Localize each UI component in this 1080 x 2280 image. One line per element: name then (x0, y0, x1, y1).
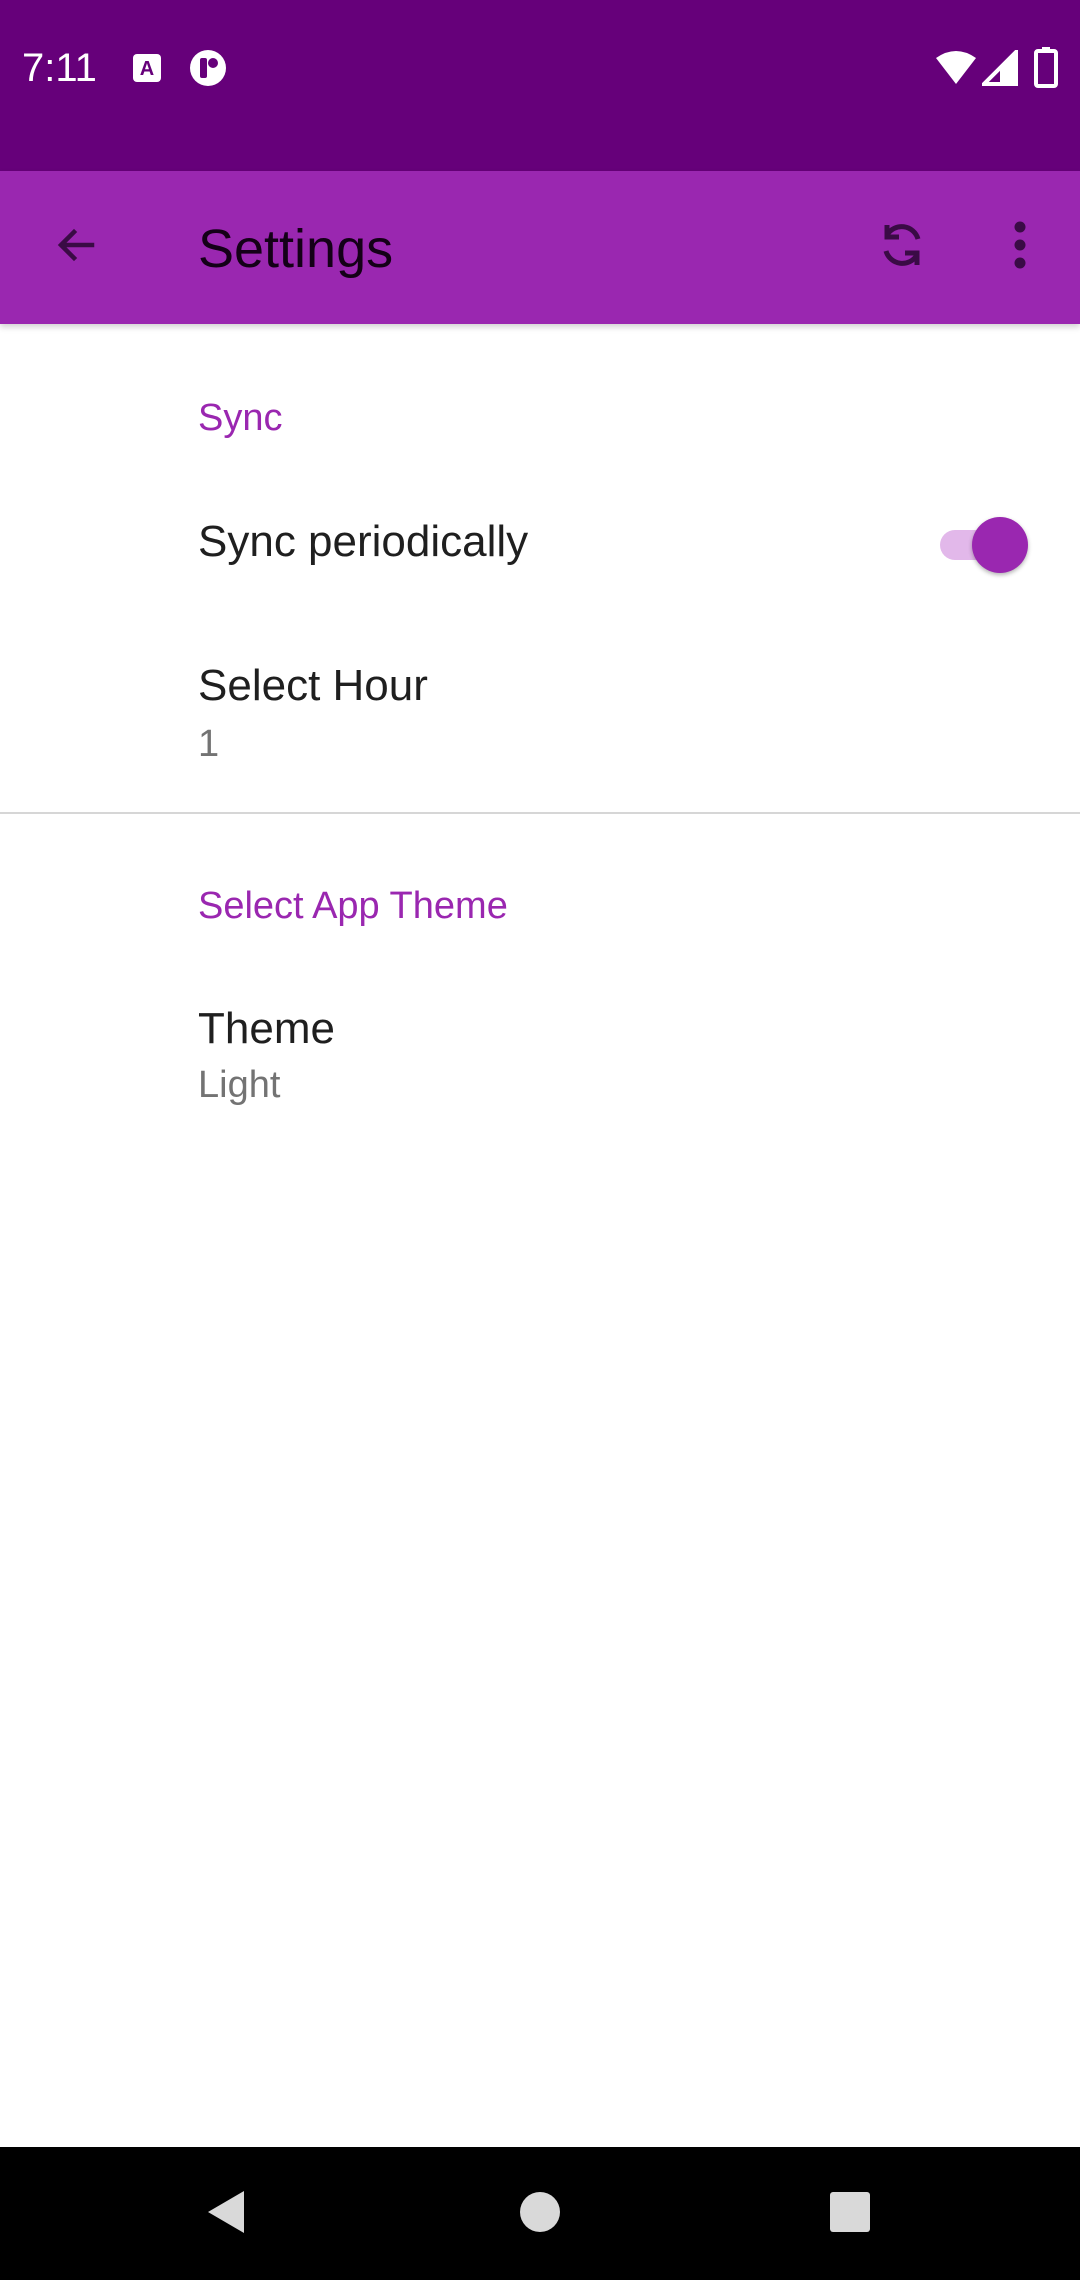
arrow-back-icon (52, 221, 100, 274)
page-title: Settings (198, 219, 394, 279)
status-time: 7:11 (22, 46, 97, 90)
sync-periodically-switch[interactable] (936, 515, 1028, 575)
select-hour-value: 1 (198, 723, 220, 765)
sync-icon (874, 217, 930, 278)
accessibility-a-icon: A (131, 52, 163, 84)
nav-back-button[interactable] (176, 2169, 276, 2259)
navigation-bar (0, 2147, 1080, 2280)
category-theme-header: Select App Theme (198, 885, 508, 927)
battery-icon (1034, 46, 1058, 88)
wifi-icon (934, 50, 978, 86)
nav-recents-button[interactable] (800, 2169, 900, 2259)
home-circle-icon (518, 2190, 562, 2239)
switch-thumb (972, 517, 1028, 573)
select-hour-row[interactable]: Select Hour 1 (0, 624, 1080, 814)
theme-row[interactable]: Theme Light (0, 964, 1080, 1144)
more-options-button[interactable] (970, 197, 1070, 297)
section-divider (0, 812, 1080, 814)
sync-periodically-row[interactable]: Sync periodically (0, 480, 1080, 610)
back-button[interactable] (26, 197, 126, 297)
theme-value: Light (198, 1064, 281, 1106)
recents-square-icon (828, 2190, 872, 2239)
sync-periodically-label: Sync periodically (198, 517, 529, 566)
svg-text:A: A (140, 58, 154, 80)
app-notification-icon (188, 48, 228, 88)
status-bar: 7:11 A (0, 0, 1080, 171)
nav-home-button[interactable] (490, 2169, 590, 2259)
signal-icon (979, 47, 1018, 86)
app-bar: Settings (0, 171, 1080, 324)
sync-button[interactable] (852, 197, 952, 297)
theme-label: Theme (198, 1004, 335, 1053)
settings-screen: 7:11 A Settings Sync Sync periodically S… (0, 0, 1080, 2280)
select-hour-label: Select Hour (198, 661, 428, 710)
more-vert-icon (1010, 219, 1030, 276)
category-sync-header: Sync (198, 397, 283, 439)
back-triangle-icon (204, 2187, 248, 2242)
